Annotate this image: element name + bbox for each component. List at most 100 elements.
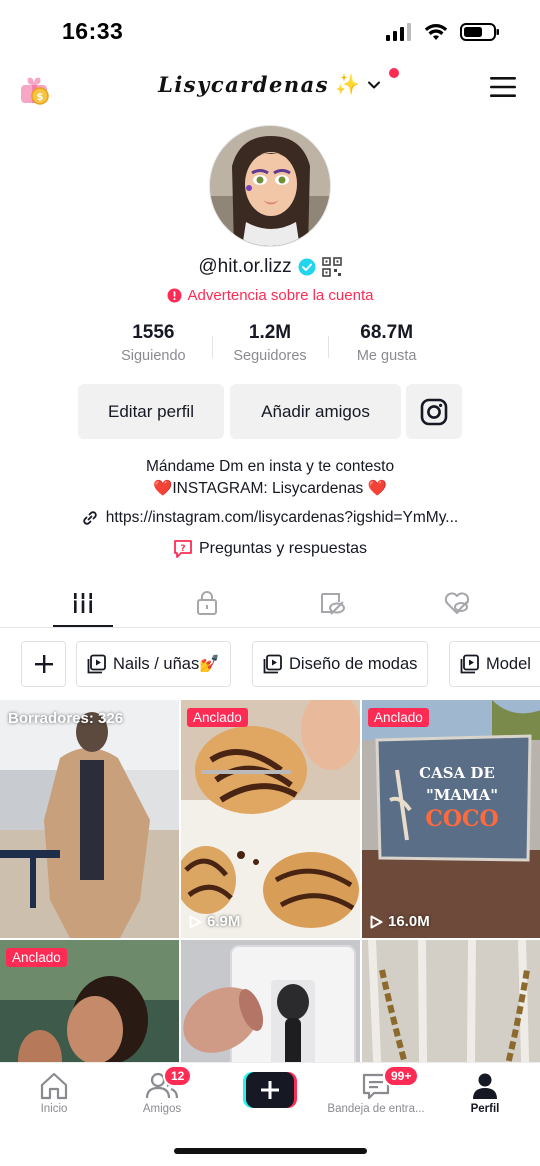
stat-label: Me gusta <box>356 348 417 364</box>
avatar-image <box>210 126 330 246</box>
tab-private-lock-icon[interactable] <box>193 590 221 616</box>
nav-label: Bandeja de entra... <box>327 1103 425 1115</box>
instagram-button[interactable] <box>406 384 462 439</box>
svg-text:?: ? <box>180 544 185 554</box>
profile-stats: 1556 Siguiendo 1.2M Seguidores 68.7M Me … <box>95 322 445 372</box>
nav-label: Inicio <box>40 1103 68 1115</box>
playlist-chip[interactable]: Model <box>449 641 540 687</box>
account-warning[interactable]: Advertencia sobre la cuenta <box>0 287 540 304</box>
stat-value: 1556 <box>132 322 175 343</box>
nav-label: Perfil <box>470 1103 500 1115</box>
add-playlist-button[interactable] <box>21 641 66 687</box>
video-thumbnail <box>181 940 360 1062</box>
tab-videos-grid-icon[interactable] <box>69 590 97 616</box>
stat-label: Seguidores <box>233 348 307 364</box>
stat-following[interactable]: 1556 Siguiendo <box>95 322 212 372</box>
video-tile[interactable] <box>362 940 540 1062</box>
account-warning-label: Advertencia sobre la cuenta <box>187 287 374 304</box>
warning-icon <box>167 288 182 303</box>
avatar[interactable] <box>209 125 331 247</box>
svg-text:"MAMA": "MAMA" <box>426 786 498 804</box>
playlist-icon <box>263 654 282 674</box>
playlist-chip[interactable]: Nails / uñas💅 <box>76 641 231 687</box>
video-thumbnail <box>181 700 360 938</box>
play-icon <box>370 915 383 928</box>
wifi-icon <box>424 24 448 40</box>
nav-profile[interactable]: Perfil <box>431 1069 539 1115</box>
pinned-badge: Anclado <box>368 708 429 727</box>
username-switcher[interactable]: Lisycardenas ✨ <box>0 72 540 97</box>
play-icon <box>189 915 202 928</box>
add-friends-button[interactable]: Añadir amigos <box>230 384 401 439</box>
video-tile[interactable] <box>181 940 360 1062</box>
nav-home[interactable]: Inicio <box>0 1069 108 1115</box>
home-icon <box>40 1072 68 1100</box>
status-bar: 16:33 <box>0 0 540 64</box>
playlist-chip-label: Model <box>486 654 531 673</box>
stat-likes[interactable]: 68.7M Me gusta <box>328 322 445 372</box>
home-indicator <box>174 1148 367 1154</box>
friends-badge: 12 <box>163 1065 193 1087</box>
drafts-tile[interactable]: Borradores: 326 <box>0 700 179 938</box>
tab-liked-hidden-icon[interactable] <box>443 590 471 616</box>
qr-code-icon[interactable] <box>321 257 342 277</box>
battery-icon <box>460 23 499 41</box>
playlist-icon <box>87 654 106 674</box>
playlist-icon <box>460 654 479 674</box>
bio-link[interactable]: https://instagram.com/lisycardenas?igshi… <box>0 509 540 527</box>
stat-value: 68.7M <box>360 322 414 343</box>
bio-line: Mándame Dm en insta y te contesto <box>145 458 395 475</box>
content-tabs <box>0 580 540 628</box>
drafts-thumbnail <box>0 700 179 938</box>
user-handle: @hit.or.lizz <box>198 256 292 277</box>
tab-reposts-icon[interactable] <box>319 590 347 616</box>
video-tile[interactable]: Anclado <box>0 940 179 1062</box>
instagram-icon <box>420 398 448 425</box>
profile-icon <box>473 1073 497 1099</box>
playlist-chip[interactable]: Diseño de modas <box>252 641 429 687</box>
chevron-down-icon <box>367 81 380 88</box>
video-tile[interactable]: Anclado 6.9M <box>181 700 360 938</box>
edit-profile-button[interactable]: Editar perfil <box>78 384 224 439</box>
nav-label: Amigos <box>142 1103 182 1115</box>
bio: Mándame Dm en insta y te contesto ❤️INST… <box>0 456 540 500</box>
view-count: 16.0M <box>370 913 430 930</box>
bio-link-text: https://instagram.com/lisycardenas?igshi… <box>105 509 459 526</box>
view-count: 6.9M <box>189 913 240 930</box>
verified-icon <box>298 258 316 276</box>
question-answer-icon: ? <box>174 540 192 558</box>
playlist-chip-label: Diseño de modas <box>289 654 418 673</box>
create-button[interactable] <box>243 1072 297 1108</box>
hamburger-menu-icon[interactable] <box>490 76 516 98</box>
pinned-badge: Anclado <box>6 948 67 967</box>
video-tile[interactable]: CASA DE "MAMA" COCO Anclado 16.0M <box>362 700 540 938</box>
username-title: Lisycardenas <box>158 72 330 97</box>
sparkle-emoji: ✨ <box>335 74 360 96</box>
status-time: 16:33 <box>62 18 124 44</box>
link-icon <box>83 511 97 525</box>
view-count-label: 16.0M <box>388 913 430 930</box>
qa-link[interactable]: ? Preguntas y respuestas <box>0 540 540 558</box>
playlist-chip-label: Nails / uñas💅 <box>113 654 220 673</box>
stat-followers[interactable]: 1.2M Seguidores <box>211 322 329 372</box>
drafts-count: Borradores: 326 <box>8 710 124 727</box>
bio-line: ❤️INSTAGRAM: Lisycardenas ❤️ <box>153 480 387 497</box>
notification-dot <box>389 68 399 78</box>
qa-label: Preguntas y respuestas <box>198 540 368 557</box>
profile-header: $ Lisycardenas ✨ <box>0 64 540 112</box>
pinned-badge: Anclado <box>187 708 248 727</box>
stat-value: 1.2M <box>248 322 292 343</box>
video-thumbnail: CASA DE "MAMA" COCO <box>362 700 540 938</box>
video-thumbnail <box>362 940 540 1062</box>
view-count-label: 6.9M <box>207 913 241 930</box>
nav-friends[interactable]: Amigos <box>108 1069 216 1115</box>
inbox-badge: 99+ <box>383 1065 420 1087</box>
plus-icon <box>34 655 53 673</box>
active-tab-indicator <box>53 625 113 627</box>
handle-row: @hit.or.lizz <box>0 256 540 278</box>
stat-label: Siguiendo <box>121 348 186 364</box>
playlist-chips: Nails / uñas💅 Diseño de modas Model <box>0 641 540 689</box>
svg-text:CASA DE: CASA DE <box>419 764 495 782</box>
svg-text:COCO: COCO <box>425 806 498 832</box>
status-icons <box>386 22 500 42</box>
